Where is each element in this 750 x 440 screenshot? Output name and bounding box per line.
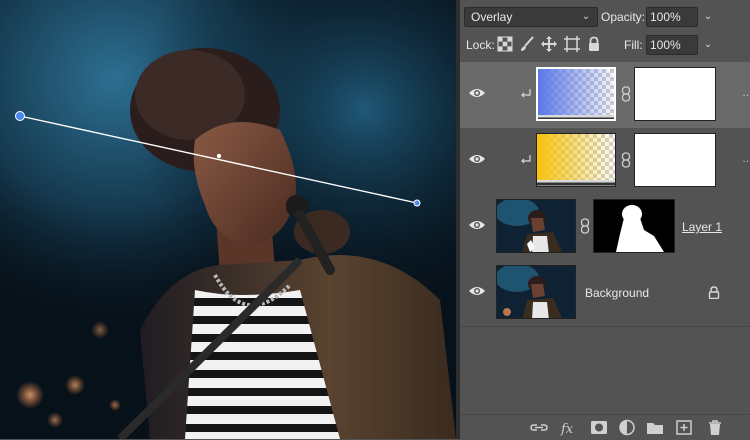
layer-thumbnail[interactable]: [536, 133, 616, 187]
eye-icon[interactable]: [468, 86, 486, 100]
chevron-down-icon: ⌄: [703, 11, 713, 22]
layer-thumbnail[interactable]: [496, 265, 576, 319]
layer-row-background[interactable]: Background: [460, 260, 750, 327]
mask-icon[interactable]: [590, 419, 608, 436]
photo-image: [0, 0, 456, 439]
layer-thumbnail[interactable]: [536, 67, 616, 121]
layer-mask-thumbnail[interactable]: [634, 67, 716, 121]
fill-label: Fill:: [624, 38, 643, 52]
layer-mask-thumbnail[interactable]: [593, 199, 675, 253]
move-icon[interactable]: [541, 36, 557, 52]
chevron-down-icon: ⌄: [703, 39, 713, 50]
layer-mask-thumbnail[interactable]: [634, 133, 716, 187]
artboard-icon[interactable]: [564, 36, 580, 52]
layer-row-blue-gradient[interactable]: …: [460, 62, 750, 129]
fill-value: 100%: [650, 38, 681, 52]
chain-link-icon[interactable]: [580, 218, 590, 234]
lock-icon[interactable]: [708, 286, 720, 299]
layers-list: …: [460, 62, 750, 327]
blend-mode-value: Overlay: [471, 10, 513, 24]
layers-panel-footer: fx: [460, 414, 750, 440]
chain-link-icon[interactable]: [621, 152, 631, 168]
adjustment-icon[interactable]: [618, 419, 636, 436]
lock-icon[interactable]: [586, 36, 602, 52]
fill-field[interactable]: 100% ⌄: [646, 35, 712, 55]
chevron-down-icon: ⌄: [581, 11, 591, 22]
trash-icon[interactable]: [706, 419, 724, 436]
eye-icon[interactable]: [468, 218, 486, 232]
opacity-field[interactable]: 100% ⌄: [646, 7, 712, 27]
link-icon[interactable]: [530, 419, 548, 436]
layers-panel-header: Overlay ⌄ Opacity: 100% ⌄ Lock: Fill: 10…: [460, 0, 750, 63]
eye-icon[interactable]: [468, 284, 486, 298]
opacity-value: 100%: [650, 10, 681, 24]
brush-icon[interactable]: [519, 36, 535, 52]
new-layer-icon[interactable]: [675, 419, 693, 436]
layer-row-yellow-gradient[interactable]: …: [460, 128, 750, 195]
more-icon: …: [742, 88, 750, 99]
layer-row-layer-1[interactable]: Layer 1: [460, 194, 750, 261]
more-icon: …: [742, 154, 750, 165]
clip-arrow-icon: [521, 155, 531, 164]
layer-thumbnail[interactable]: [496, 199, 576, 253]
opacity-label: Opacity:: [601, 10, 646, 24]
lock-label: Lock:: [466, 38, 495, 52]
chain-link-icon[interactable]: [621, 86, 631, 102]
svg-text:fx: fx: [560, 422, 574, 436]
fx-icon[interactable]: fx: [560, 419, 578, 436]
layer-name[interactable]: Background: [585, 286, 649, 300]
lock-transparent-pixels-icon[interactable]: [497, 36, 513, 52]
document-canvas[interactable]: [0, 0, 456, 439]
clip-arrow-icon: [521, 89, 531, 98]
eye-icon[interactable]: [468, 152, 486, 166]
layers-panel: Overlay ⌄ Opacity: 100% ⌄ Lock: Fill: 10…: [460, 0, 750, 440]
folder-icon[interactable]: [646, 419, 664, 436]
blend-mode-dropdown[interactable]: Overlay ⌄: [464, 7, 598, 27]
layer-name[interactable]: Layer 1: [682, 220, 722, 234]
